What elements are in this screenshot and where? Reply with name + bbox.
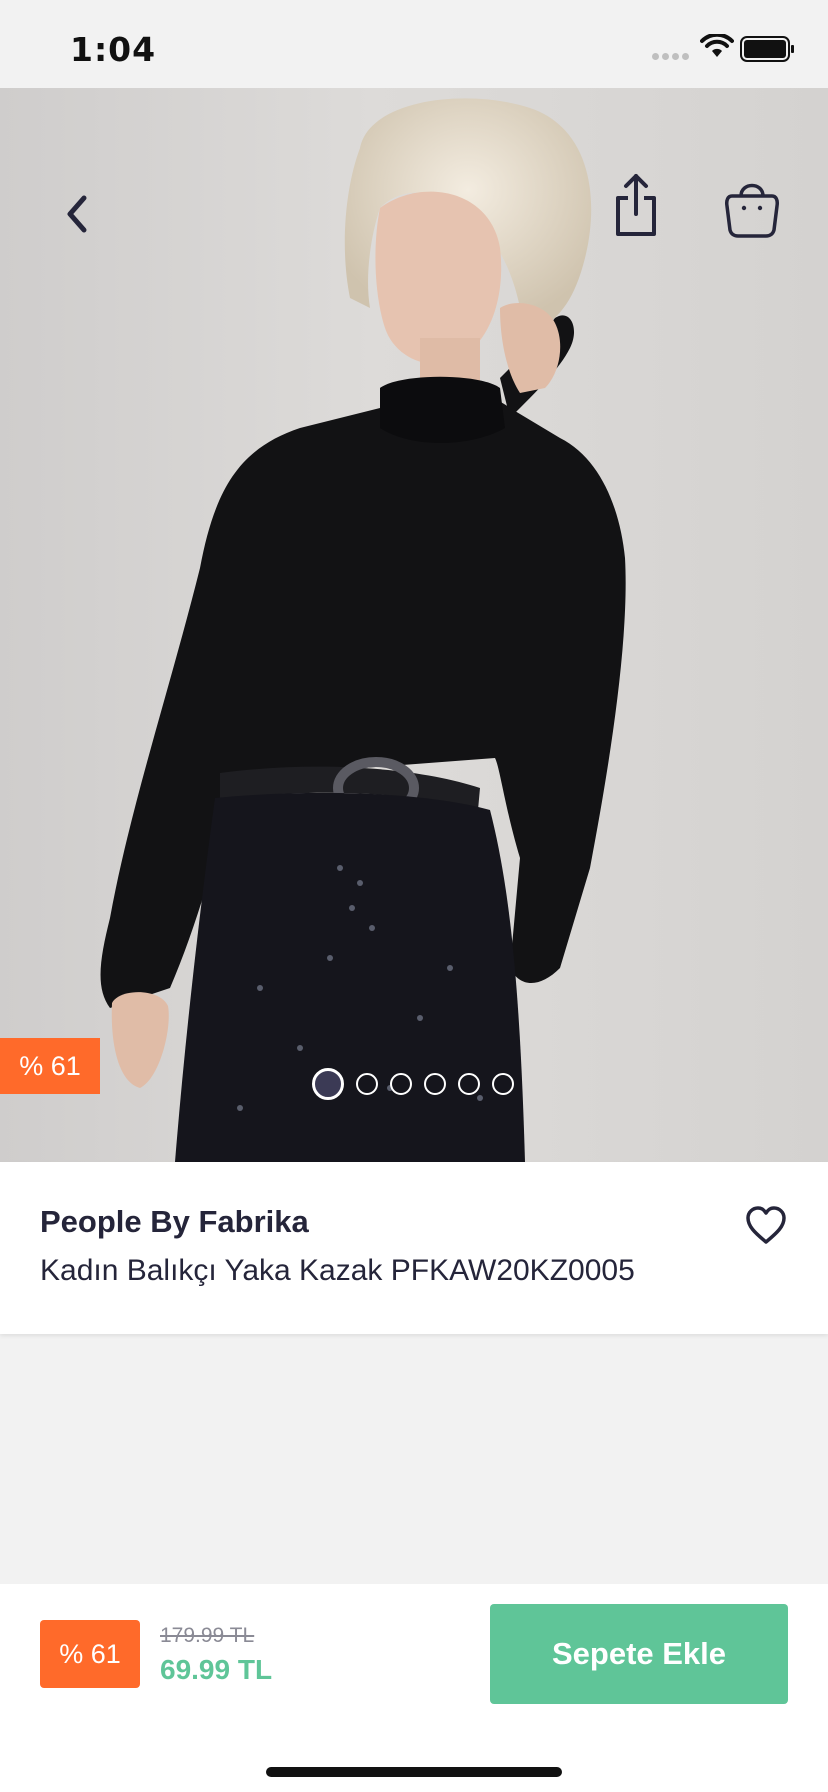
pager-dot[interactable] [458, 1073, 480, 1095]
home-indicator[interactable] [266, 1767, 562, 1777]
cellular-signal-icon [652, 53, 689, 60]
product-photo [100, 98, 626, 1162]
pager-dot[interactable] [390, 1073, 412, 1095]
share-icon[interactable] [606, 170, 666, 240]
pager-dot[interactable] [424, 1073, 446, 1095]
status-time: 1:04 [70, 30, 157, 69]
product-name: Kadın Balıkçı Yaka Kazak PFKAW20KZ0005 [40, 1254, 635, 1287]
image-pager[interactable] [312, 1068, 514, 1100]
pager-dot[interactable] [356, 1073, 378, 1095]
purchase-bar: % 61 179.99 TL 69.99 TL Sepete Ekle [0, 1584, 828, 1792]
battery-icon [740, 36, 794, 62]
back-button[interactable] [56, 184, 100, 244]
discount-badge: % 61 [0, 1038, 100, 1094]
shopping-bag-icon[interactable] [722, 174, 782, 240]
product-image-carousel[interactable]: % 61 [0, 88, 828, 1162]
product-info-card: People By Fabrika Kadın Balıkçı Yaka Kaz… [0, 1162, 828, 1334]
heart-icon[interactable] [744, 1204, 788, 1248]
pager-dot[interactable] [312, 1068, 344, 1100]
status-bar: 1:04 [0, 0, 828, 88]
add-to-cart-button[interactable]: Sepete Ekle [490, 1604, 788, 1704]
old-price: 179.99 TL [160, 1624, 255, 1647]
discount-badge: % 61 [40, 1620, 140, 1688]
brand-name[interactable]: People By Fabrika [40, 1204, 309, 1240]
wifi-icon [700, 34, 734, 57]
pager-dot[interactable] [492, 1073, 514, 1095]
current-price: 69.99 TL [160, 1654, 273, 1685]
